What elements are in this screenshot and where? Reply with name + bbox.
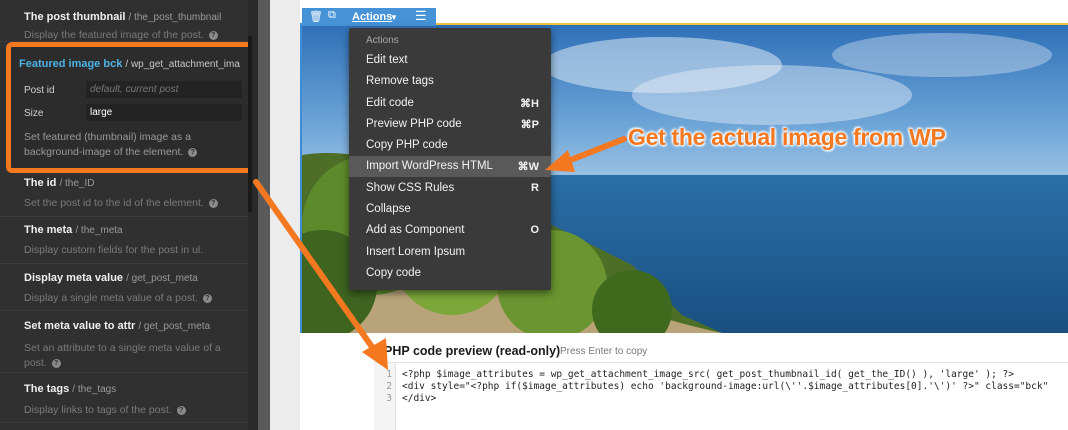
- menu-item-label: Show CSS Rules: [366, 182, 455, 194]
- menu-item-insert-lorem-ipsum[interactable]: Insert Lorem Ipsum: [349, 242, 551, 263]
- panel-scrollbar-thumb[interactable]: [248, 36, 252, 212]
- menu-item-preview-php-code[interactable]: Preview PHP code ⌘P: [349, 114, 551, 135]
- line-number: 3: [386, 393, 392, 404]
- component-title: Set meta value to attr / get_post_meta: [24, 320, 211, 332]
- line-number: 1: [386, 369, 392, 380]
- size-input[interactable]: large: [86, 104, 242, 121]
- menu-item-edit-code[interactable]: Edit code ⌘H: [349, 93, 551, 114]
- component-desc: Set the post id to the id of the element…: [24, 197, 218, 209]
- menu-item-label: Remove tags: [366, 75, 434, 87]
- chevron-down-icon: ▼: [390, 13, 398, 22]
- menu-item-label: Edit code: [366, 97, 414, 109]
- canvas-margin: [270, 0, 300, 430]
- menu-item-label: Preview PHP code: [366, 118, 462, 130]
- menu-item-add-as-component[interactable]: Add as Component O: [349, 220, 551, 241]
- menu-item-shortcut: ⌘W: [517, 161, 539, 173]
- component-desc: Set an attribute to a single meta value …: [24, 342, 221, 369]
- menu-item-label: Insert Lorem Ipsum: [366, 246, 466, 258]
- component-title: The meta / the_meta: [24, 224, 123, 236]
- trash-icon[interactable]: 🗑: [309, 10, 323, 23]
- component-title: Display meta value / get_post_meta: [24, 272, 198, 284]
- duplicate-icon[interactable]: ⧉: [328, 9, 336, 22]
- code-line: </div>: [402, 393, 437, 404]
- code-preview-title: PHP code preview (read-only): [384, 344, 561, 358]
- component-desc: Display the featured image of the post. …: [24, 29, 218, 41]
- menu-item-show-css-rules[interactable]: Show CSS Rules R: [349, 178, 551, 199]
- help-icon[interactable]: ?: [188, 147, 198, 157]
- menu-item-collapse[interactable]: Collapse: [349, 199, 551, 220]
- component-title: The tags / the_tags: [24, 383, 117, 395]
- size-label: Size: [24, 108, 44, 119]
- menu-heading: Actions: [366, 35, 399, 46]
- component-title: Featured image bck / wp_get_attachment_i…: [19, 58, 240, 70]
- component-desc: Set featured (thumbnail) image as a back…: [24, 130, 244, 160]
- panel-divider[interactable]: [258, 0, 270, 430]
- code-preview-hint: Press Enter to copy: [560, 346, 648, 357]
- post-id-label: Post id: [24, 85, 55, 96]
- component-title: The id / the_ID: [24, 177, 95, 189]
- menu-item-shortcut: O: [530, 224, 539, 236]
- menu-item-shortcut: R: [531, 182, 539, 194]
- component-desc: Display links to tags of the post. ?: [24, 404, 186, 416]
- menu-item-label: Collapse: [366, 203, 411, 215]
- menu-item-label: Copy PHP code: [366, 139, 448, 151]
- help-icon[interactable]: ?: [208, 30, 218, 40]
- menu-item-label: Copy code: [366, 267, 421, 279]
- menu-item-shortcut: ⌘H: [520, 98, 539, 110]
- post-id-input[interactable]: default, current post: [86, 81, 242, 98]
- menu-item-shortcut: ⌘P: [520, 119, 539, 131]
- component-desc: Display a single meta value of a post. ?: [24, 292, 212, 304]
- menu-item-label: Import WordPress HTML: [366, 160, 493, 172]
- line-number: 2: [386, 381, 392, 392]
- component-title: The post thumbnail / the_post_thumbnail: [24, 11, 222, 23]
- annotation-callout: Get the actual image from WP: [628, 124, 946, 150]
- actions-dropdown-button[interactable]: Actions: [352, 11, 392, 23]
- help-icon[interactable]: ?: [176, 405, 186, 415]
- code-line: <?php $image_attributes = wp_get_attachm…: [402, 369, 1014, 380]
- menu-item-copy-php-code[interactable]: Copy PHP code: [349, 135, 551, 156]
- menu-item-label: Add as Component: [366, 224, 465, 236]
- menu-icon[interactable]: ☰: [415, 8, 427, 24]
- menu-item-edit-text[interactable]: Edit text: [349, 50, 551, 71]
- help-icon[interactable]: ?: [51, 358, 61, 368]
- menu-item-label: Edit text: [366, 54, 408, 66]
- menu-item-import-wordpress-html[interactable]: Import WordPress HTML ⌘W: [349, 156, 551, 177]
- help-icon[interactable]: ?: [202, 293, 212, 303]
- menu-item-remove-tags[interactable]: Remove tags: [349, 71, 551, 92]
- selection-frame-left: [300, 23, 302, 333]
- component-desc: Display custom fields for the post in ul…: [24, 244, 204, 256]
- help-icon[interactable]: ?: [208, 198, 218, 208]
- code-line: <div style="<?php if($image_attributes) …: [402, 381, 1049, 392]
- menu-item-copy-code[interactable]: Copy code: [349, 263, 551, 284]
